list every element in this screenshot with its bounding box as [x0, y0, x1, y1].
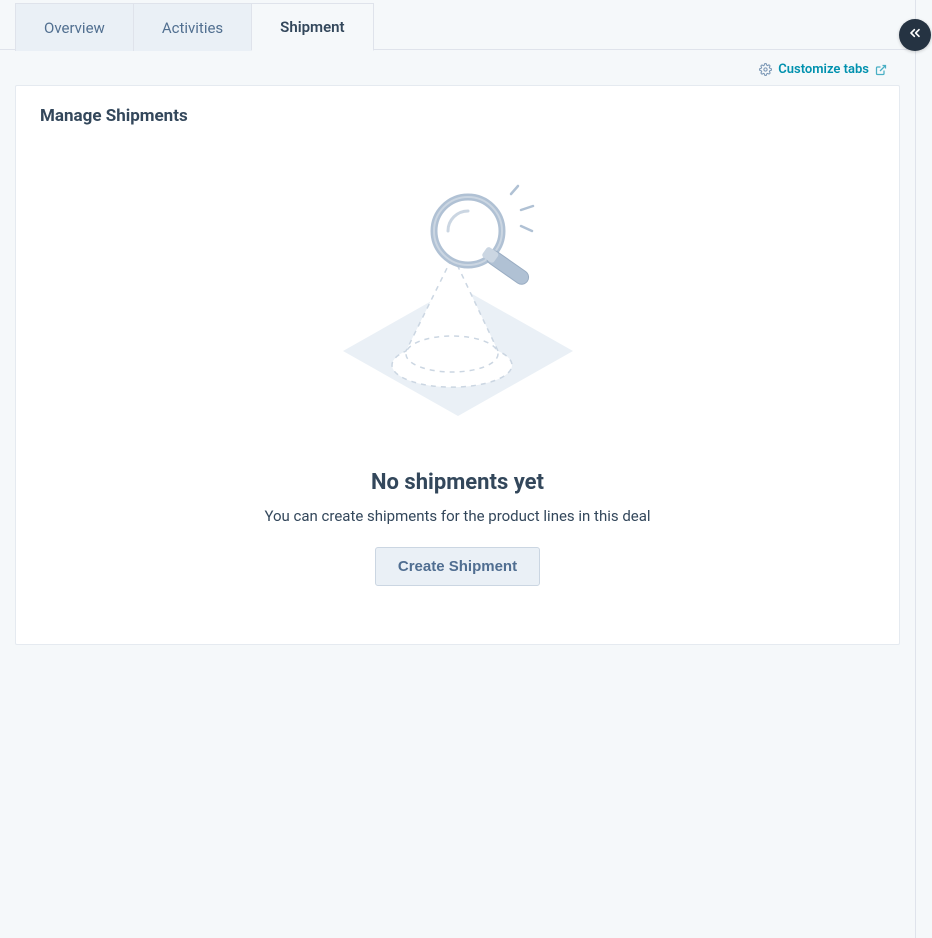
empty-state-subtitle: You can create shipments for the product… — [264, 507, 650, 525]
content-area: Overview Activities Shipment Customize t… — [0, 0, 916, 938]
create-shipment-button[interactable]: Create Shipment — [375, 547, 540, 586]
create-shipment-label: Create Shipment — [398, 558, 517, 575]
tab-label: Activities — [162, 19, 223, 37]
collapse-panel-button[interactable] — [899, 19, 931, 51]
customize-tabs-row: Customize tabs — [0, 50, 915, 85]
tab-activities[interactable]: Activities — [133, 3, 252, 51]
empty-state: No shipments yet You can create shipment… — [40, 156, 875, 586]
chevrons-left-icon — [907, 25, 923, 45]
tab-shipment[interactable]: Shipment — [251, 3, 373, 51]
tab-label: Overview — [44, 19, 105, 37]
external-link-icon — [875, 64, 887, 76]
card-title: Manage Shipments — [40, 106, 875, 126]
customize-tabs-label: Customize tabs — [778, 62, 869, 77]
tab-label: Shipment — [280, 18, 344, 36]
gear-icon — [759, 63, 772, 76]
magnifier-search-empty-icon — [328, 176, 588, 430]
tab-overview[interactable]: Overview — [15, 3, 134, 51]
manage-shipments-card: Manage Shipments — [15, 85, 900, 645]
customize-tabs-link[interactable]: Customize tabs — [759, 62, 887, 77]
empty-state-title: No shipments yet — [371, 470, 544, 495]
tab-bar: Overview Activities Shipment — [0, 0, 915, 50]
